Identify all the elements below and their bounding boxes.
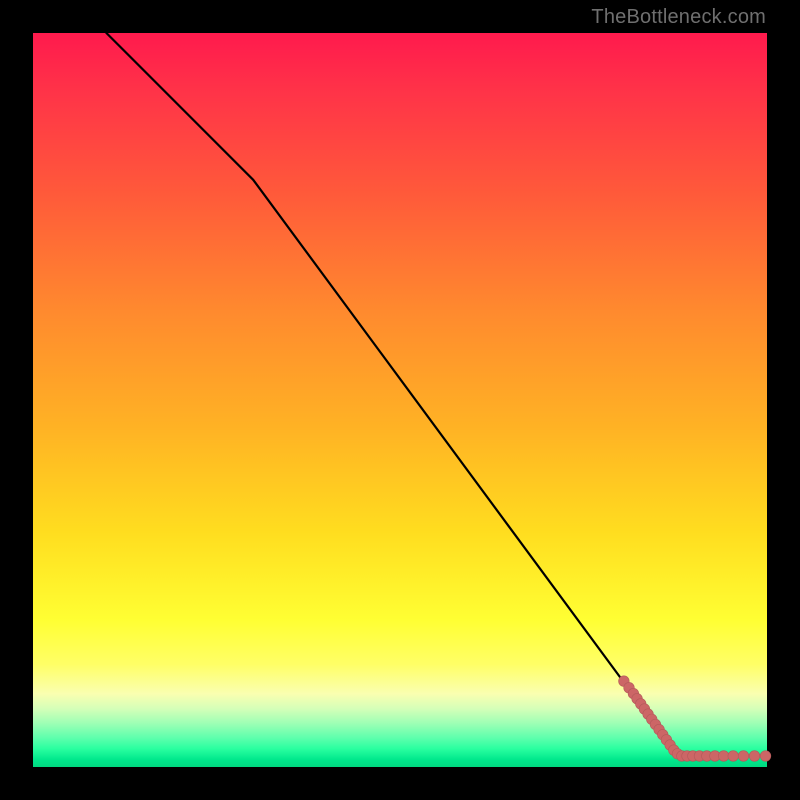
data-marker bbox=[718, 751, 729, 762]
plot-area bbox=[33, 33, 767, 767]
data-marker bbox=[749, 751, 760, 762]
chart-stage: TheBottleneck.com bbox=[0, 0, 800, 800]
data-marker bbox=[738, 751, 749, 762]
chart-svg bbox=[33, 33, 767, 767]
curve-line bbox=[106, 33, 767, 756]
data-marker bbox=[760, 751, 771, 762]
watermark-text: TheBottleneck.com bbox=[591, 6, 766, 29]
data-marker bbox=[728, 751, 739, 762]
marker-group bbox=[619, 676, 771, 761]
